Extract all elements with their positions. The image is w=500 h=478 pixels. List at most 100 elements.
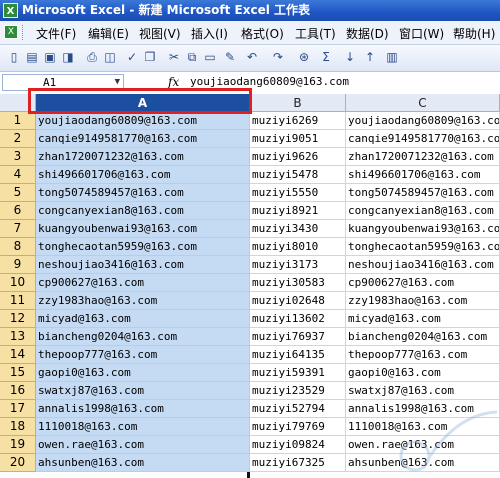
cell-b[interactable]: muziyi13602	[250, 310, 346, 328]
cell-b[interactable]: muziyi8010	[250, 238, 346, 256]
paste-icon[interactable]: ▭	[202, 49, 218, 65]
cell-b[interactable]: muziyi30583	[250, 274, 346, 292]
row-header[interactable]: 11	[0, 292, 36, 310]
permission-icon[interactable]: ◨	[60, 49, 76, 65]
cell-c[interactable]: cp900627@163.com	[346, 274, 500, 292]
cell-c[interactable]: 1110018@163.com	[346, 418, 500, 436]
format-painter-icon[interactable]: ✎	[222, 49, 238, 65]
cell-a[interactable]: canqie9149581770@163.com	[36, 130, 250, 148]
column-header-b[interactable]: B	[250, 94, 346, 112]
row-header[interactable]: 6	[0, 202, 36, 220]
row-header[interactable]: 8	[0, 238, 36, 256]
cell-b[interactable]: muziyi8921	[250, 202, 346, 220]
cell-a[interactable]: owen.rae@163.com	[36, 436, 250, 454]
cell-b[interactable]: muziyi09824	[250, 436, 346, 454]
row-header[interactable]: 13	[0, 328, 36, 346]
cell-c[interactable]: owen.rae@163.com	[346, 436, 500, 454]
cell-a[interactable]: congcanyexian8@163.com	[36, 202, 250, 220]
name-box[interactable]: A1 ▼	[2, 74, 124, 91]
cell-b[interactable]: muziyi3173	[250, 256, 346, 274]
autosum-icon[interactable]: Σ	[318, 49, 334, 65]
cell-c[interactable]: thepoop777@163.com	[346, 346, 500, 364]
menu-file[interactable]: 文件(F)	[36, 25, 76, 42]
cell-a[interactable]: zzy1983hao@163.com	[36, 292, 250, 310]
menu-window[interactable]: 窗口(W)	[399, 25, 444, 42]
cell-c[interactable]: gaopi0@163.com	[346, 364, 500, 382]
cell-b[interactable]: muziyi59391	[250, 364, 346, 382]
cell-c[interactable]: shi496601706@163.com	[346, 166, 500, 184]
cell-b[interactable]: muziyi3430	[250, 220, 346, 238]
hyperlink-icon[interactable]: ⊛	[296, 49, 312, 65]
row-header[interactable]: 19	[0, 436, 36, 454]
cell-a[interactable]: thepoop777@163.com	[36, 346, 250, 364]
column-header-c[interactable]: C	[346, 94, 500, 112]
menu-view[interactable]: 视图(V)	[139, 25, 181, 42]
cell-b[interactable]: muziyi79769	[250, 418, 346, 436]
cell-a[interactable]: annalis1998@163.com	[36, 400, 250, 418]
cell-b[interactable]: muziyi64135	[250, 346, 346, 364]
cell-a[interactable]: neshoujiao3416@163.com	[36, 256, 250, 274]
cell-b[interactable]: muziyi52794	[250, 400, 346, 418]
worksheet-grid[interactable]: A B C 1 youjiaodang60809@163.com muziyi626…	[0, 94, 500, 478]
cell-a[interactable]: youjiaodang60809@163.com	[36, 112, 250, 130]
sort-descending-icon[interactable]: ↑	[362, 49, 378, 65]
cell-c[interactable]: tonghecaotan5959@163.com	[346, 238, 500, 256]
cell-c[interactable]: neshoujiao3416@163.com	[346, 256, 500, 274]
cell-a[interactable]: tong5074589457@163.com	[36, 184, 250, 202]
cell-a[interactable]: swatxj87@163.com	[36, 382, 250, 400]
name-box-dropdown-icon[interactable]: ▼	[115, 75, 120, 90]
cell-b[interactable]: muziyi6269	[250, 112, 346, 130]
row-header[interactable]: 18	[0, 418, 36, 436]
formula-input[interactable]: youjiaodang60809@163.com	[190, 75, 349, 88]
row-header[interactable]: 20	[0, 454, 36, 472]
cell-c[interactable]: micyad@163.com	[346, 310, 500, 328]
cell-c[interactable]: kuangyoubenwai93@163.com	[346, 220, 500, 238]
print-preview-icon[interactable]: ◫	[102, 49, 118, 65]
cell-a[interactable]: zhan1720071232@163.com	[36, 148, 250, 166]
row-header[interactable]: 9	[0, 256, 36, 274]
cell-c[interactable]: zhan1720071232@163.com	[346, 148, 500, 166]
cell-c[interactable]: youjiaodang60809@163.com	[346, 112, 500, 130]
redo-icon[interactable]: ↷	[270, 49, 286, 65]
cell-b[interactable]: muziyi5550	[250, 184, 346, 202]
cell-c[interactable]: canqie9149581770@163.com	[346, 130, 500, 148]
cell-b[interactable]: muziyi5478	[250, 166, 346, 184]
workbook-icon[interactable]: X	[4, 25, 18, 39]
cell-a[interactable]: gaopi0@163.com	[36, 364, 250, 382]
menu-insert[interactable]: 插入(I)	[191, 25, 228, 42]
menu-help[interactable]: 帮助(H)	[453, 25, 495, 42]
cell-c[interactable]: tong5074589457@163.com	[346, 184, 500, 202]
row-header[interactable]: 14	[0, 346, 36, 364]
spelling-icon[interactable]: ✓	[124, 49, 140, 65]
insert-function-icon[interactable]: fx	[168, 75, 179, 89]
cell-b[interactable]: muziyi76937	[250, 328, 346, 346]
sort-ascending-icon[interactable]: ↓	[342, 49, 358, 65]
menu-tools[interactable]: 工具(T)	[295, 25, 336, 42]
cell-b[interactable]: muziyi9051	[250, 130, 346, 148]
excel-app-icon[interactable]: X	[3, 3, 18, 18]
cell-c[interactable]: swatxj87@163.com	[346, 382, 500, 400]
cell-a[interactable]: tonghecaotan5959@163.com	[36, 238, 250, 256]
menu-edit[interactable]: 编辑(E)	[88, 25, 129, 42]
copy-icon[interactable]: ⧉	[184, 49, 200, 65]
cell-a[interactable]: cp900627@163.com	[36, 274, 250, 292]
row-header[interactable]: 15	[0, 364, 36, 382]
cell-c[interactable]: annalis1998@163.com	[346, 400, 500, 418]
cell-b[interactable]: muziyi02648	[250, 292, 346, 310]
row-header[interactable]: 5	[0, 184, 36, 202]
column-header-a[interactable]: A	[36, 94, 250, 112]
print-icon[interactable]: ⎙	[84, 49, 100, 65]
menu-format[interactable]: 格式(O)	[241, 25, 284, 42]
cell-c[interactable]: zzy1983hao@163.com	[346, 292, 500, 310]
row-header[interactable]: 4	[0, 166, 36, 184]
row-header[interactable]: 1	[0, 112, 36, 130]
select-all-corner[interactable]	[0, 94, 36, 112]
save-icon[interactable]: ▣	[42, 49, 58, 65]
menu-data[interactable]: 数据(D)	[346, 25, 389, 42]
cell-c[interactable]: ahsunben@163.com	[346, 454, 500, 472]
row-header[interactable]: 16	[0, 382, 36, 400]
research-icon[interactable]: ❐	[142, 49, 158, 65]
cell-a[interactable]: micyad@163.com	[36, 310, 250, 328]
cell-b[interactable]: muziyi67325	[250, 454, 346, 472]
open-icon[interactable]: ▤	[24, 49, 40, 65]
